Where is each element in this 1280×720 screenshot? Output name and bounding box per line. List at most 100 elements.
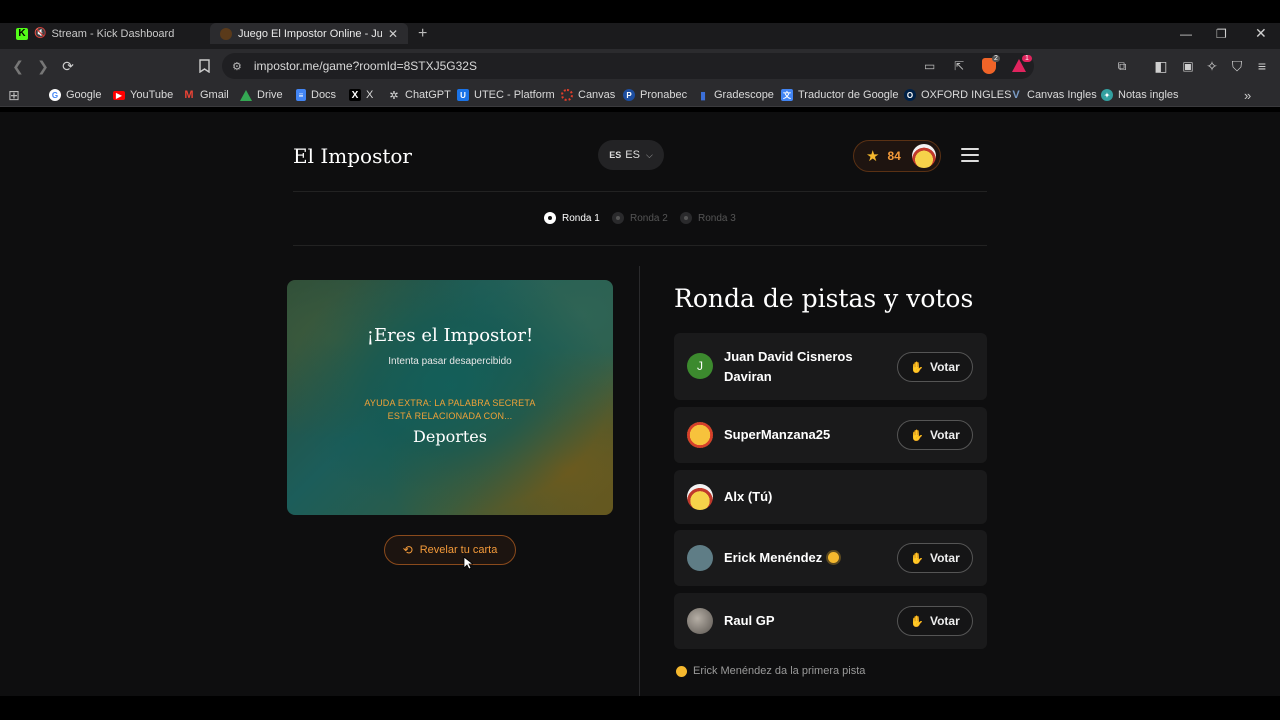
docs-icon: ≡: [296, 89, 306, 101]
bookmark-oxford[interactable]: O OXFORD INGLES: [904, 83, 1011, 107]
bookmark-notas-ingles[interactable]: ✦ Notas ingles: [1101, 83, 1179, 107]
panel-title: Ronda de pistas y votos: [674, 284, 974, 313]
leo-ai-icon[interactable]: ✧: [1204, 49, 1220, 83]
hand-icon: ✋: [910, 615, 924, 628]
sun-icon: [676, 665, 687, 677]
bookmark-gmail[interactable]: M Gmail: [183, 83, 228, 107]
share-icon[interactable]: ⇱: [954, 59, 964, 73]
round-1: Ronda 1: [544, 212, 600, 224]
bookmark-docs[interactable]: ≡ Docs: [296, 83, 336, 107]
restore-icon[interactable]: ❐: [1216, 23, 1227, 44]
oxford-icon: O: [904, 89, 916, 101]
player-avatar: [687, 484, 713, 510]
hand-icon: ✋: [910, 361, 924, 374]
mouse-cursor-icon: [463, 556, 473, 570]
address-bar[interactable]: ⚙ impostor.me/game?roomId=8STXJ5G32S ▭ ⇱…: [222, 53, 1034, 79]
site-info-icon[interactable]: ⚙: [232, 60, 242, 73]
x-icon: X: [349, 89, 361, 101]
tab-kick-dashboard[interactable]: K 🔇 Stream - Kick Dashboard: [6, 23, 208, 44]
kick-icon: K: [16, 27, 28, 40]
bookmark-label: Pronabec: [640, 89, 688, 101]
vote-label: Votar: [929, 428, 960, 442]
more-bookmarks-icon[interactable]: »: [1244, 83, 1251, 107]
bookmark-label: Notas ingles: [1118, 89, 1179, 101]
menu-icon[interactable]: ≡: [1254, 49, 1270, 83]
brand-logo[interactable]: El Impostor: [293, 144, 412, 168]
round-label: Ronda 2: [630, 212, 668, 224]
hand-icon: ✋: [910, 552, 924, 565]
minimize-icon[interactable]: ―: [1180, 23, 1192, 44]
google-icon: G: [49, 89, 61, 101]
bookmark-x[interactable]: XX: [349, 83, 373, 107]
bookmark-utec[interactable]: U UTEC - Platform: [457, 83, 555, 107]
language-selector[interactable]: ES ES ⌵: [598, 140, 664, 170]
bookmark-canvas-ingles[interactable]: V Canvas Ingles: [1010, 83, 1096, 107]
cast-icon[interactable]: ▭: [924, 59, 935, 73]
utec-icon: U: [457, 89, 469, 101]
role-card[interactable]: ¡Eres el Impostor! Intenta pasar desaper…: [287, 280, 613, 515]
player-card: Raul GP ✋ Votar: [674, 593, 987, 649]
bottom-letterbox: [0, 696, 1280, 720]
gmail-icon: M: [184, 89, 194, 101]
speaker-muted-icon[interactable]: 🔇: [34, 28, 46, 39]
help-line: AYUDA EXTRA: LA PALABRA SECRETA: [364, 398, 536, 408]
hand-icon: ✋: [910, 429, 924, 442]
card-help-text: AYUDA EXTRA: LA PALABRA SECRETA ESTÁ REL…: [287, 397, 613, 423]
gradescope-icon: ▮: [699, 89, 707, 102]
bookmark-label: Traductor de Google: [798, 89, 899, 101]
close-window-icon[interactable]: ✕: [1255, 23, 1267, 44]
tab-title: Juego El Impostor Online - Jugar: [238, 27, 382, 40]
browser-toolbar: ❮ ❯ ⟳ ⚙ impostor.me/game?roomId=8STXJ5G3…: [0, 49, 1280, 83]
new-tab-button[interactable]: +: [418, 23, 427, 44]
tab-impostor-game[interactable]: Juego El Impostor Online - Jugar ✕: [210, 23, 408, 44]
bookmark-translate[interactable]: 文 Traductor de Google: [781, 83, 898, 107]
round-dot-icon: [544, 212, 556, 224]
bookmark-label: Canvas: [578, 89, 616, 101]
bookmark-google[interactable]: G Google: [49, 83, 101, 107]
player-avatar: [687, 545, 713, 571]
bookmark-youtube[interactable]: ▶ YouTube: [113, 83, 173, 107]
translate-icon: 文: [781, 89, 793, 101]
vote-label: Votar: [929, 551, 960, 565]
player-name-line: Daviran: [724, 369, 772, 384]
wallet-icon[interactable]: ▣: [1180, 49, 1196, 83]
vote-button[interactable]: ✋ Votar: [897, 606, 973, 636]
vpn-icon[interactable]: ⛉: [1229, 49, 1245, 83]
user-avatar[interactable]: [912, 144, 936, 168]
player-card-self: Alx (Tú): [674, 470, 987, 524]
player-name-line: Juan David Cisneros: [724, 349, 853, 364]
bookmark-chatgpt[interactable]: ✲ ChatGPT: [388, 83, 451, 107]
bookmark-icon[interactable]: [196, 49, 212, 83]
round-label: Ronda 1: [562, 212, 600, 224]
sidebar-icon[interactable]: ◧: [1153, 49, 1169, 83]
player-name: Erick Menéndez: [724, 548, 840, 568]
bookmark-label: OXFORD INGLES: [921, 89, 1012, 101]
apps-grid-icon[interactable]: ⊞: [8, 83, 20, 107]
forward-icon[interactable]: ❯: [35, 49, 51, 83]
round-3: Ronda 3: [680, 212, 736, 224]
back-icon[interactable]: ❮: [10, 49, 26, 83]
bookmark-label: Gradescope: [714, 89, 774, 101]
bookmark-canvas[interactable]: Canvas: [561, 83, 615, 107]
drive-icon: [240, 89, 252, 101]
hamburger-menu-icon[interactable]: [961, 148, 979, 162]
bookmark-gradescope[interactable]: ▮ Gradescope: [697, 83, 774, 107]
bookmark-label: ChatGPT: [405, 89, 451, 101]
bookmark-drive[interactable]: Drive: [240, 83, 283, 107]
language-label: ES: [625, 149, 640, 161]
player-avatar: [687, 608, 713, 634]
points-badge[interactable]: ★ 84: [853, 140, 941, 172]
reload-icon[interactable]: ⟳: [60, 49, 76, 83]
round-dot-icon: [680, 212, 692, 224]
vote-button[interactable]: ✋ Votar: [897, 420, 973, 450]
bookmark-pronabec[interactable]: P Pronabec: [623, 83, 687, 107]
chevron-down-icon: ⌵: [645, 149, 653, 160]
sun-badge-icon: [828, 552, 840, 563]
reveal-card-button[interactable]: ⟲ Revelar tu carta: [384, 535, 516, 565]
vote-button[interactable]: ✋ Votar: [897, 543, 973, 573]
close-tab-icon[interactable]: ✕: [388, 27, 398, 41]
screenshot-icon[interactable]: ⧉: [1114, 49, 1130, 83]
bookmark-label: Google: [66, 89, 102, 101]
browser-tab-bar: K 🔇 Stream - Kick Dashboard Juego El Imp…: [0, 23, 1280, 49]
vote-button[interactable]: ✋ Votar: [897, 352, 973, 382]
